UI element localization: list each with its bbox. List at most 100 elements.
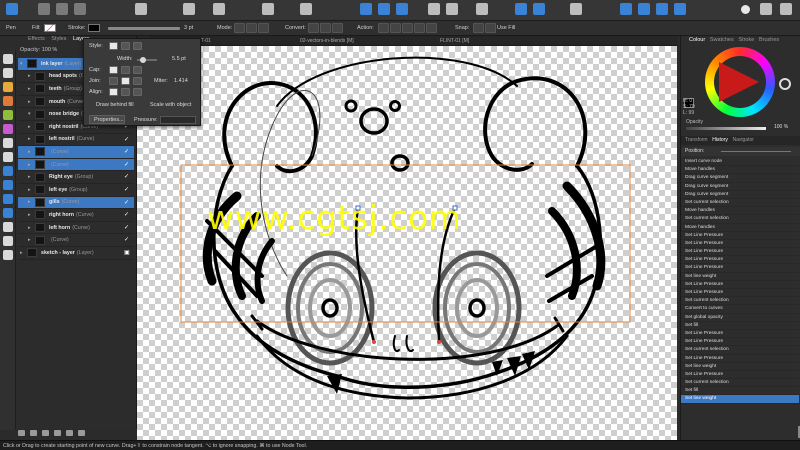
- style-brush-button[interactable]: [133, 42, 142, 50]
- join-bevel-button[interactable]: [133, 77, 142, 85]
- cap-round-button[interactable]: [121, 66, 130, 74]
- transform-icon[interactable]: [300, 3, 312, 15]
- history-item[interactable]: Set Line Pressure: [681, 338, 799, 347]
- pencil-tool-icon[interactable]: [3, 96, 13, 106]
- history-item[interactable]: Set global opacity: [681, 314, 799, 322]
- snap-button-2[interactable]: [485, 23, 496, 33]
- opacity-value[interactable]: 100 %: [42, 47, 58, 53]
- align-inside-button[interactable]: [121, 88, 130, 96]
- history-item[interactable]: Insert curve node: [681, 158, 799, 167]
- history-item[interactable]: Set current selection: [681, 215, 799, 224]
- history-item[interactable]: Set current selection: [681, 346, 799, 355]
- history-item[interactable]: Set line weight: [681, 273, 799, 281]
- history-item[interactable]: Set Line Pressure: [681, 330, 799, 339]
- lock-icon[interactable]: ▣: [124, 250, 130, 256]
- pressure-graph[interactable]: [160, 116, 196, 124]
- expand-right-icon[interactable]: ▸: [28, 199, 33, 205]
- rotate-icon[interactable]: [476, 3, 488, 15]
- history-position-slider[interactable]: [721, 151, 791, 152]
- expand-right-icon[interactable]: ▸: [28, 225, 33, 231]
- expand-right-icon[interactable]: ▸: [28, 149, 33, 155]
- grid-icon[interactable]: [183, 3, 195, 15]
- history-item[interactable]: Set Line Pressure: [681, 371, 799, 380]
- expand-right-icon[interactable]: ▸: [28, 174, 33, 180]
- history-item[interactable]: Set Line Pressure: [681, 240, 799, 249]
- action-smooth-button[interactable]: [402, 23, 413, 33]
- flip-vertical-icon[interactable]: [446, 3, 458, 15]
- history-item[interactable]: Set fill: [681, 387, 799, 396]
- canvas[interactable]: www.cgtsj.com: [137, 46, 678, 440]
- arrange-back-icon[interactable]: [533, 3, 545, 15]
- draw-behind-fill-checkbox[interactable]: Draw behind fill: [96, 102, 134, 108]
- style-solid-button[interactable]: [109, 42, 118, 50]
- crop-tool-icon[interactable]: [3, 152, 13, 162]
- align-right-icon[interactable]: [396, 3, 408, 15]
- account-icon[interactable]: [741, 5, 750, 14]
- history-item[interactable]: Set current selection: [681, 379, 799, 388]
- tab-swatches[interactable]: Swatches: [710, 37, 734, 43]
- convert-sharp-button[interactable]: [308, 23, 319, 33]
- history-item[interactable]: Set Line Pressure: [681, 248, 799, 257]
- expand-right-icon[interactable]: ▸: [28, 99, 33, 105]
- properties-button[interactable]: Properties...: [89, 115, 125, 124]
- convert-smooth-button[interactable]: [320, 23, 331, 33]
- app-logo-icon[interactable]: [6, 3, 18, 15]
- stroke-colour-ring[interactable]: [779, 78, 791, 90]
- expand-right-icon[interactable]: ▸: [28, 86, 33, 92]
- history-item[interactable]: Set current selection: [681, 297, 799, 306]
- mode-pen-button[interactable]: [234, 23, 245, 33]
- history-item[interactable]: Convert to curves: [681, 305, 799, 314]
- zoom-tool-icon[interactable]: [3, 250, 13, 260]
- colour-wheel[interactable]: [705, 47, 775, 117]
- tab-styles[interactable]: Styles: [51, 36, 66, 42]
- transparency-tool-icon[interactable]: [3, 138, 13, 148]
- convert-smart-button[interactable]: [332, 23, 343, 33]
- history-item[interactable]: Set line weight: [681, 395, 799, 404]
- expand-right-icon[interactable]: ▸: [28, 187, 33, 193]
- fill-swatch[interactable]: [44, 24, 56, 32]
- layer-row[interactable]: ▸ gills (Curve) ✓: [18, 196, 134, 210]
- visibility-check-icon[interactable]: ✓: [124, 212, 130, 218]
- expand-down-icon[interactable]: ▾: [20, 61, 25, 67]
- boolean-subtract-icon[interactable]: [638, 3, 650, 15]
- visibility-check-icon[interactable]: ✓: [124, 200, 130, 206]
- text-tool-icon[interactable]: [3, 222, 13, 232]
- align-outside-button[interactable]: [133, 88, 142, 96]
- view-tool-icon[interactable]: [135, 3, 147, 15]
- expand-right-icon[interactable]: ▸: [28, 162, 33, 168]
- tab-stroke[interactable]: Stroke: [738, 37, 754, 43]
- tab-brushes[interactable]: Brushes: [759, 37, 779, 43]
- move-tool-icon[interactable]: [3, 54, 13, 64]
- boolean-intersect-icon[interactable]: [656, 3, 668, 15]
- tab-transform[interactable]: Transform: [685, 137, 708, 143]
- visibility-check-icon[interactable]: ✓: [124, 187, 130, 193]
- expand-right-icon[interactable]: ▸: [20, 250, 25, 256]
- layer-row[interactable]: ▸ (Curve) ✓: [18, 146, 134, 159]
- layer-row[interactable]: ▸ (Curve) ✓: [18, 234, 134, 247]
- join-round-button[interactable]: [121, 77, 130, 85]
- colour-opacity-slider[interactable]: [686, 127, 766, 130]
- node-tool-icon[interactable]: [3, 68, 13, 78]
- snap-button-1[interactable]: [473, 23, 484, 33]
- history-item[interactable]: Move handles: [681, 224, 799, 232]
- layer-row[interactable]: ▸ left eye (Group) ✓: [18, 184, 134, 197]
- artwork[interactable]: [137, 46, 678, 440]
- mode-polygon-button[interactable]: [258, 23, 269, 33]
- history-item[interactable]: Set Line Pressure: [681, 355, 799, 363]
- ellipse-tool-icon[interactable]: [3, 180, 13, 190]
- flip-horizontal-icon[interactable]: [428, 3, 440, 15]
- snapping-icon[interactable]: [570, 3, 582, 15]
- width-value[interactable]: 5.5 pt: [172, 56, 186, 62]
- join-miter-button[interactable]: [109, 77, 118, 85]
- layer-row[interactable]: ▸ left horn (Curve) ✓: [18, 222, 134, 235]
- history-item[interactable]: Set Line Pressure: [681, 232, 799, 240]
- stroke-width-slider[interactable]: [108, 27, 180, 30]
- adjustment-icon[interactable]: [42, 430, 49, 436]
- stroke-swatch[interactable]: [88, 24, 100, 32]
- doc-tab-2[interactable]: 02-vectors-in-blends [M]: [300, 38, 354, 44]
- share-icon[interactable]: [760, 3, 772, 15]
- style-dashed-button[interactable]: [121, 42, 130, 50]
- action-break-button[interactable]: [378, 23, 389, 33]
- layer-row[interactable]: ▸ left nostril (Curve) ✓: [18, 134, 134, 147]
- history-item[interactable]: Set Line Pressure: [681, 256, 799, 265]
